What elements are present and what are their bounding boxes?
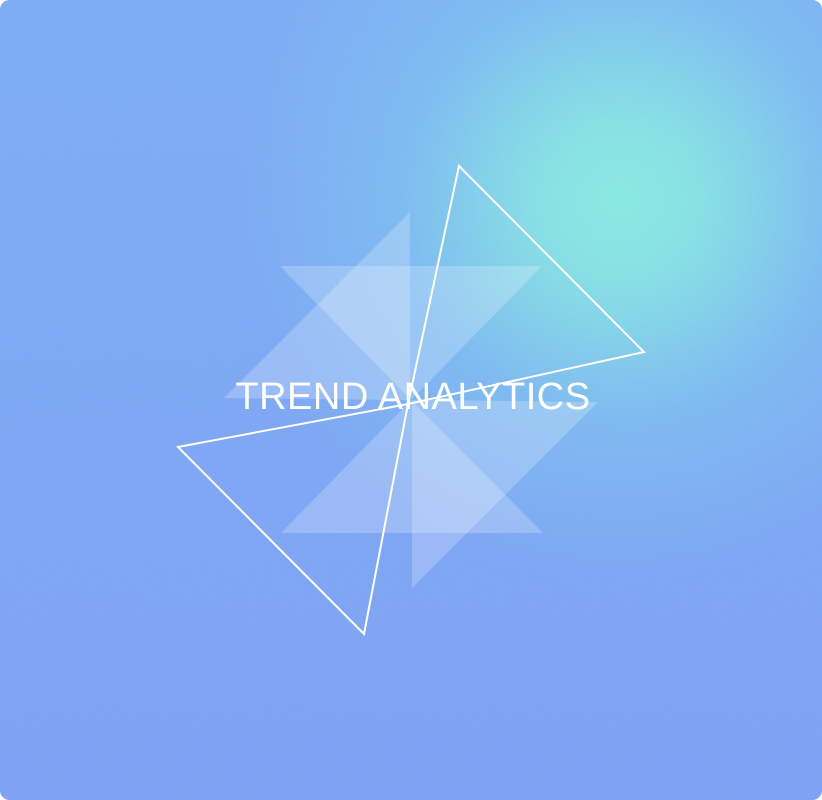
analytics-cover-card: TREND ANALYTICS — [0, 0, 822, 800]
card-title: TREND ANALYTICS — [235, 376, 591, 418]
filled-triangle-bottom-right — [412, 400, 598, 588]
